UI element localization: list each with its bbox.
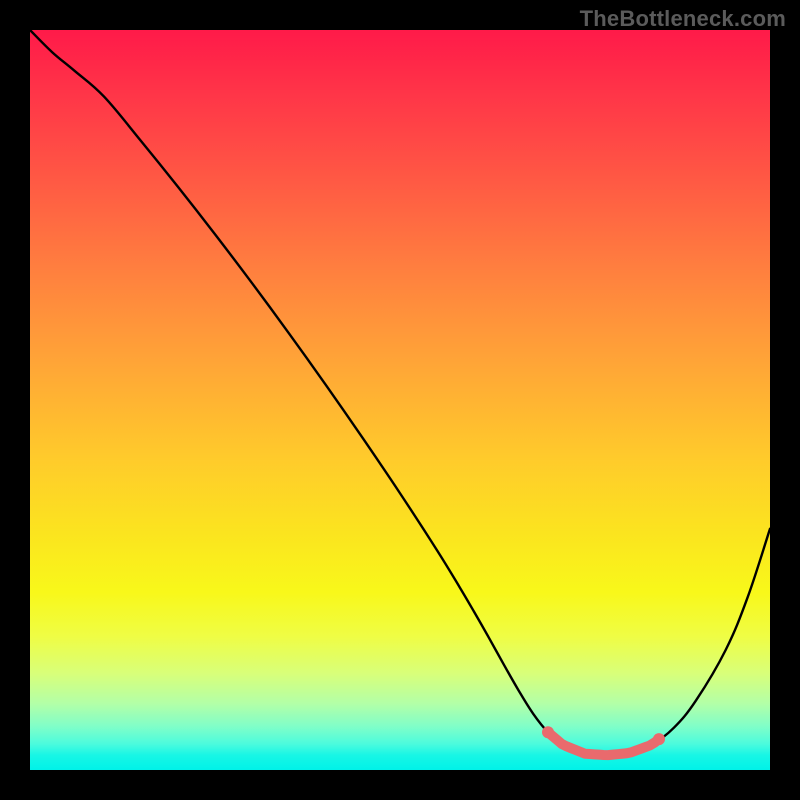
watermark-text: TheBottleneck.com [580, 6, 786, 32]
plot-area [30, 30, 770, 770]
curve-overlay [30, 30, 770, 770]
optimal-range-highlight [548, 732, 659, 755]
bottleneck-curve [30, 30, 770, 755]
optimal-end-dot [653, 733, 665, 745]
chart-container: TheBottleneck.com [0, 0, 800, 800]
optimal-start-dot [542, 726, 554, 738]
